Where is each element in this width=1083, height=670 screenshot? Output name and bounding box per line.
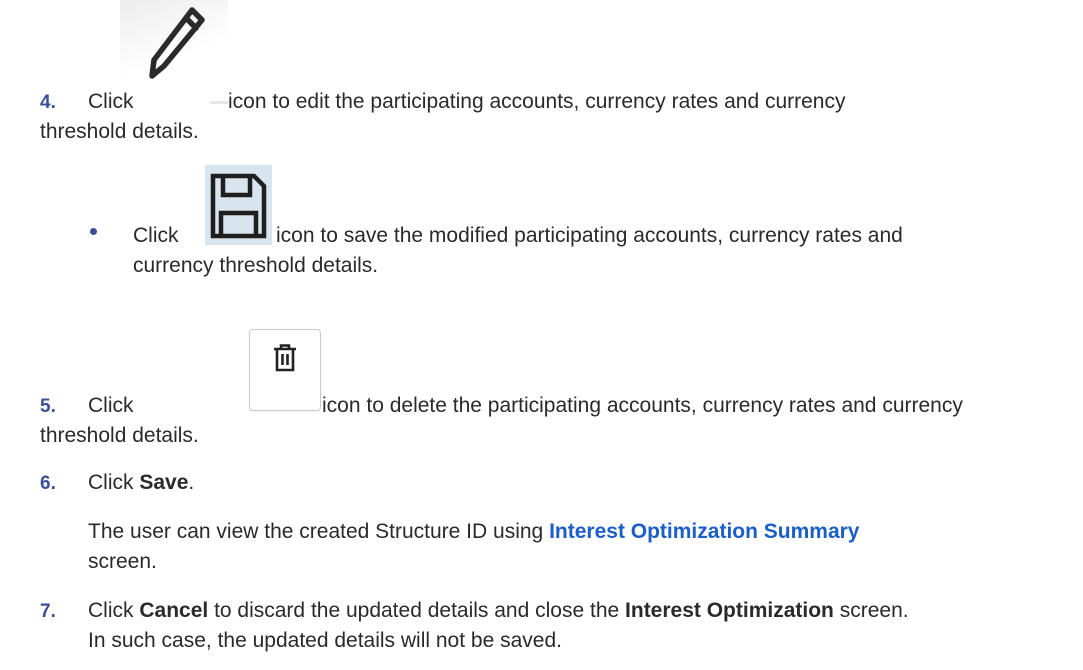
step-5-text-line1: icon to delete the participating account… [322,394,963,417]
step-6-number: 6. [40,473,56,494]
step-6-click-text: Click [88,471,134,494]
step-4-text-line1: icon to edit the participating accounts,… [228,90,846,113]
step-7-line1: Click Cancel to discard the updated deta… [88,599,1083,623]
cancel-label: Cancel [139,599,209,622]
save-label: Save [139,471,189,494]
step-5-number: 5. [40,396,56,417]
step-7-middle-text: to discard the updated details and close… [214,599,620,622]
trash-icon [274,344,296,372]
step-7-click-text: Click [88,599,134,622]
floppy-disk-icon [210,173,267,239]
step-6-paragraph-text: The user can view the created Structure … [88,520,544,543]
bullet-marker [90,228,97,235]
step-7-tail-text: screen. [839,599,909,622]
floppy-disk-icon-box[interactable] [205,165,272,245]
pencil-icon-shadow [210,101,228,104]
step-6-line: Click Save. [88,471,194,495]
step-4-click-text: Click [88,90,134,113]
pencil-icon-box[interactable] [120,0,228,104]
pencil-icon [149,7,205,79]
step-5-click-text: Click [88,394,134,417]
interest-optimization-label: Interest Optimization [625,599,834,622]
bullet-save-text-line2: currency threshold details. [133,254,379,277]
step-6-paragraph-line2: screen. [88,550,157,573]
step-4-text-line2: threshold details. [40,120,199,143]
step-5-text-line2: threshold details. [40,424,199,447]
step-6-period: . [188,471,195,494]
bullet-save-click-text: Click [133,224,179,247]
interest-optimization-summary-link[interactable]: Interest Optimization Summary [549,520,859,543]
step-6-paragraph-line1: The user can view the created Structure … [88,520,859,544]
trash-icon-box[interactable] [249,329,321,411]
bullet-save-text-line1: icon to save the modified participating … [276,224,903,247]
step-7-line2: In such case, the updated details will n… [88,629,562,652]
step-4-number: 4. [40,92,56,113]
step-7-number: 7. [40,601,56,622]
